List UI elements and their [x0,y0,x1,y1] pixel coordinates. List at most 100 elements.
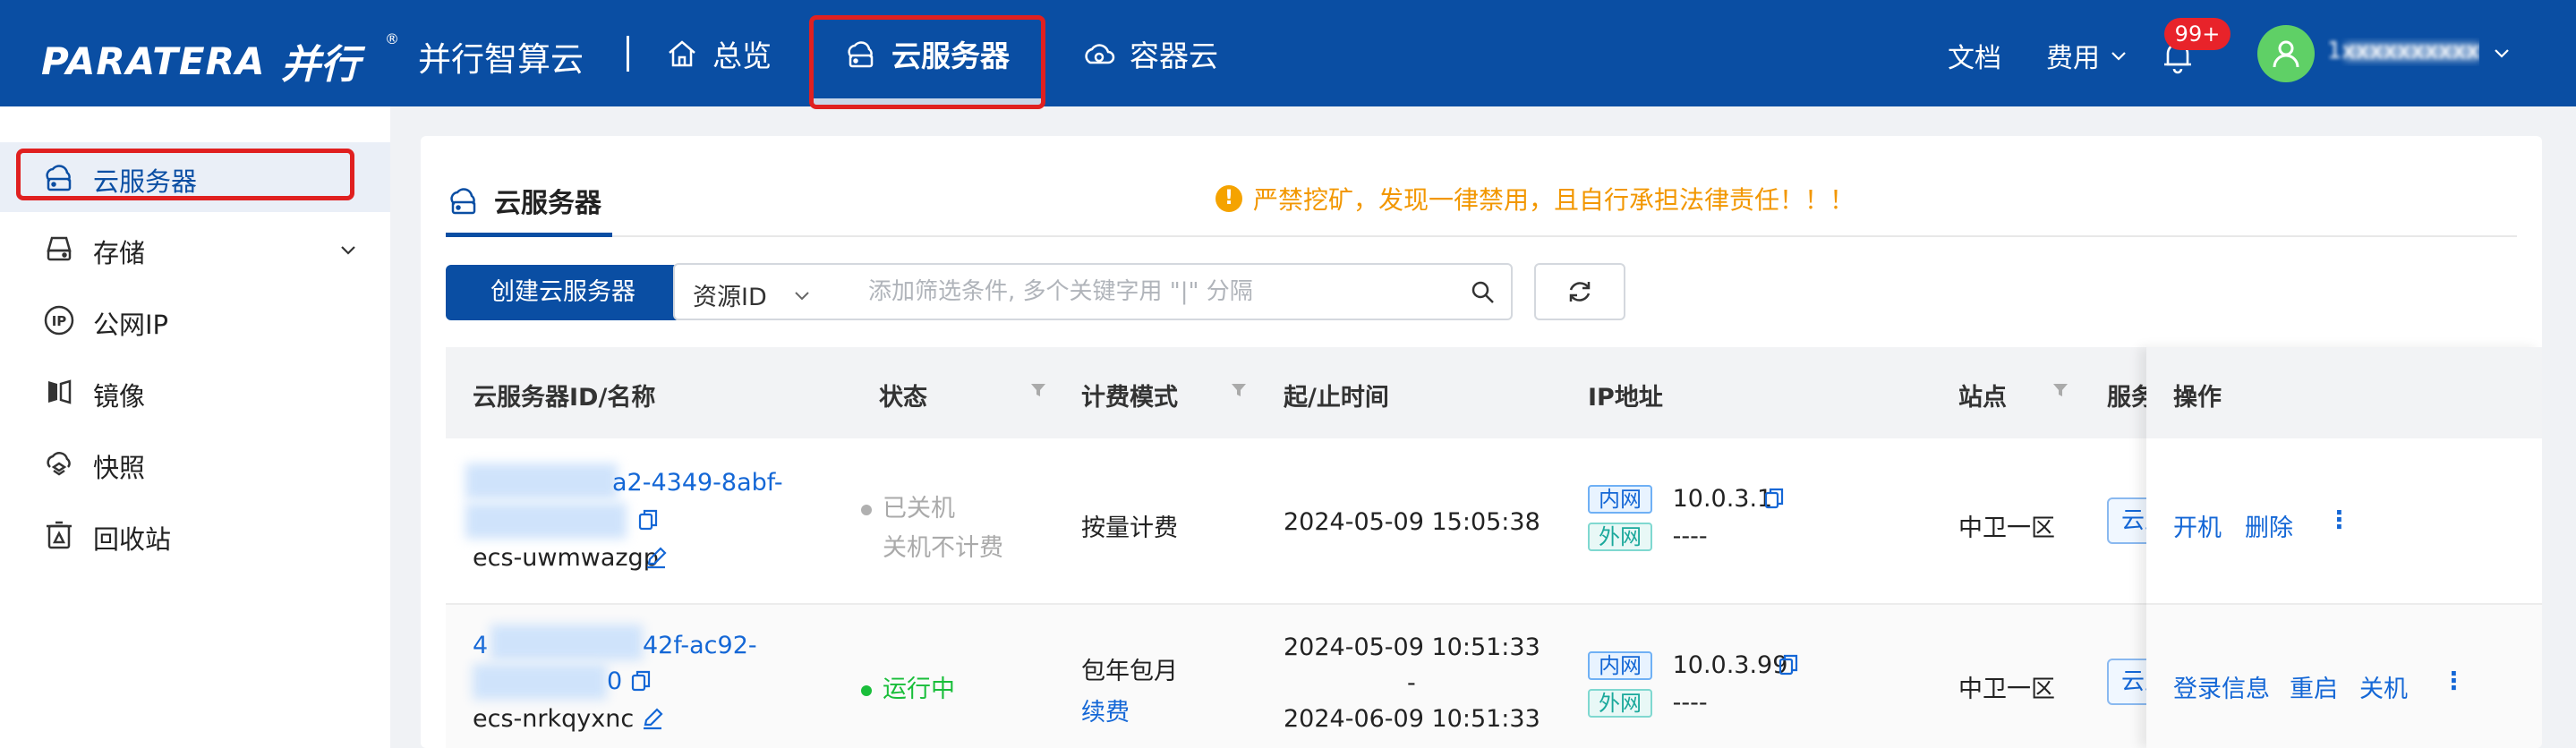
copy-icon[interactable] [1778,653,1799,676]
ip-inner-value: 10.0.3.1 [1672,485,1773,513]
server-id-link[interactable]: 4 [473,632,488,659]
id-redaction [465,503,627,539]
logo-registered-mark: ® [385,30,399,47]
id-redaction [490,625,643,660]
column-header-ops: 操作 [2173,384,2222,412]
notification-badge: 99+ [2164,18,2231,50]
fees-menu[interactable]: 费用 [2046,36,2128,75]
filter-icon[interactable] [1029,381,1047,399]
home-icon [669,40,695,67]
sidebar-item-label: 回收站 [93,524,172,555]
sidebar-item-storage[interactable]: 存储 [0,214,390,284]
column-header-site: 站点 [1958,378,2084,412]
status-text: 已关机 [883,495,955,523]
column-header-id: 云服务器ID/名称 [473,384,656,412]
server-name: ecs-nrkqyxnc [473,705,635,733]
filter-field-select[interactable]: 资源ID [693,277,812,312]
warning-icon: ! [1215,185,1242,212]
sidebar-item-recycle-bin[interactable]: 回收站 [0,500,390,570]
start-time: 2024-05-09 15:05:38 [1284,508,1540,536]
sidebar-item-label: 镜像 [93,381,146,412]
search-icon[interactable] [1470,279,1497,306]
ip-inner-value: 10.0.3.99 [1672,651,1788,679]
avatar[interactable] [2257,25,2315,82]
id-redaction [473,664,607,700]
tab-cloud-server[interactable]: 云服务器 [446,181,601,220]
tab-label: 云服务器 [494,188,601,219]
server-id-link[interactable]: 0 [607,667,622,695]
end-time: 2024-06-09 10:51:33 [1284,705,1540,733]
login-info-button[interactable]: 登录信息 [2173,669,2270,704]
delete-button[interactable]: 删除 [2245,508,2293,543]
nav-container-cloud[interactable]: 容器云 [1081,27,1218,81]
ip-inner-tag: 内网 [1588,651,1652,680]
mining-warning: ! 严禁挖矿，发现一律禁用，且自行承担法律责任！！！ [1215,181,1855,217]
chevron-down-icon[interactable] [338,240,358,259]
ip-outer-value: ---- [1672,523,1708,550]
nav-overview[interactable]: 总览 [664,27,772,81]
main-panel: 云服务器 ! 严禁挖矿，发现一律禁用，且自行承担法律责任！！！ 创建云服务器 资… [421,136,2542,748]
edit-icon[interactable] [644,546,668,569]
search-box: 资源ID [673,263,1513,320]
billing-mode: 按量计费 [1081,514,1178,542]
filter-icon[interactable] [2051,381,2069,399]
search-input[interactable] [868,265,1441,319]
column-header-time: 起/止时间 [1284,384,1389,412]
ip-inner: 内网 10.0.3.1 [1588,485,1772,514]
copy-icon[interactable] [630,669,652,693]
nav-overview-label: 总览 [712,38,772,73]
sidebar-item-public-ip[interactable]: IP 公网IP [0,285,390,355]
restart-button[interactable]: 重启 [2290,669,2338,704]
ip-inner: 内网 10.0.3.99 [1588,651,1787,680]
column-header-label: 状态 [879,384,927,412]
status-sub: 关机不计费 [883,534,1003,562]
sidebar-item-label: 快照 [93,453,146,483]
refresh-button[interactable] [1534,263,1625,320]
sidebar-item-image[interactable]: 镜像 [0,357,390,427]
operations-column: 操作 开机 删除 ⋮ 登录信息 重启 关机 ⋮ [2146,347,2542,748]
tab-active-indicator [446,233,612,237]
cloud-server-icon [450,188,476,215]
server-id-link[interactable]: 42f-ac92- [643,632,757,659]
server-id-link[interactable]: a2-4349-8abf- [612,469,783,497]
logo-text: PARATERA [41,39,266,83]
paratera-logo[interactable]: PARATERA 并行 ® [41,30,399,88]
create-server-button[interactable]: 创建云服务器 [446,265,680,320]
power-on-button[interactable]: 开机 [2173,508,2222,543]
filter-icon[interactable] [1230,381,1248,399]
sidebar-item-snapshot[interactable]: 快照 [0,429,390,498]
filter-field-label: 资源ID [693,284,767,311]
site: 中卫一区 [1958,676,2055,703]
copy-icon[interactable] [1763,487,1785,510]
ip-outer-tag: 外网 [1588,689,1652,718]
ops-cell: 登录信息 重启 关机 ⋮ [2146,605,2542,748]
chevron-down-icon [2111,52,2126,61]
highlight-box-sidebar [16,149,354,200]
image-icon [48,379,72,404]
warning-text: 严禁挖矿，发现一律禁用，且自行承担法律责任！！！ [1253,185,1855,215]
copy-icon[interactable] [637,508,659,531]
more-icon[interactable]: ⋮ [2327,506,2351,534]
docs-link[interactable]: 文档 [1948,36,2001,75]
column-header-label: 计费模式 [1081,384,1178,412]
chevron-down-icon[interactable] [2492,43,2512,63]
ops-cell: 开机 删除 ⋮ [2146,438,2542,605]
chevron-down-icon [795,291,809,300]
username[interactable]: 1xxxxxxxxxx94 [2327,38,2479,66]
product-name: 并行智算云 [418,40,584,79]
billing-mode: 包年包月 [1081,658,1178,685]
top-header: PARATERA 并行 ® 并行智算云 总览 云服务器 容器云 文档 费用 99… [0,0,2576,106]
ip-outer-value: ---- [1672,689,1708,717]
column-header-billing: 计费模式 [1081,378,1260,412]
edit-icon[interactable] [641,707,664,730]
nav-container-cloud-label: 容器云 [1130,38,1218,73]
sidebar-item-label: 存储 [93,238,146,268]
site: 中卫一区 [1958,514,2055,542]
power-off-button[interactable]: 关机 [2359,669,2408,704]
more-icon[interactable]: ⋮ [2442,667,2466,695]
username-redaction [2345,43,2479,61]
sidebar: 云服务器 存储 IP 公网IP 镜像 快照 回收站 [0,106,390,748]
renew-link[interactable]: 续费 [1081,693,1130,727]
start-time: 2024-05-09 10:51:33 [1284,633,1540,661]
status-badge: 已关机 [861,489,955,523]
